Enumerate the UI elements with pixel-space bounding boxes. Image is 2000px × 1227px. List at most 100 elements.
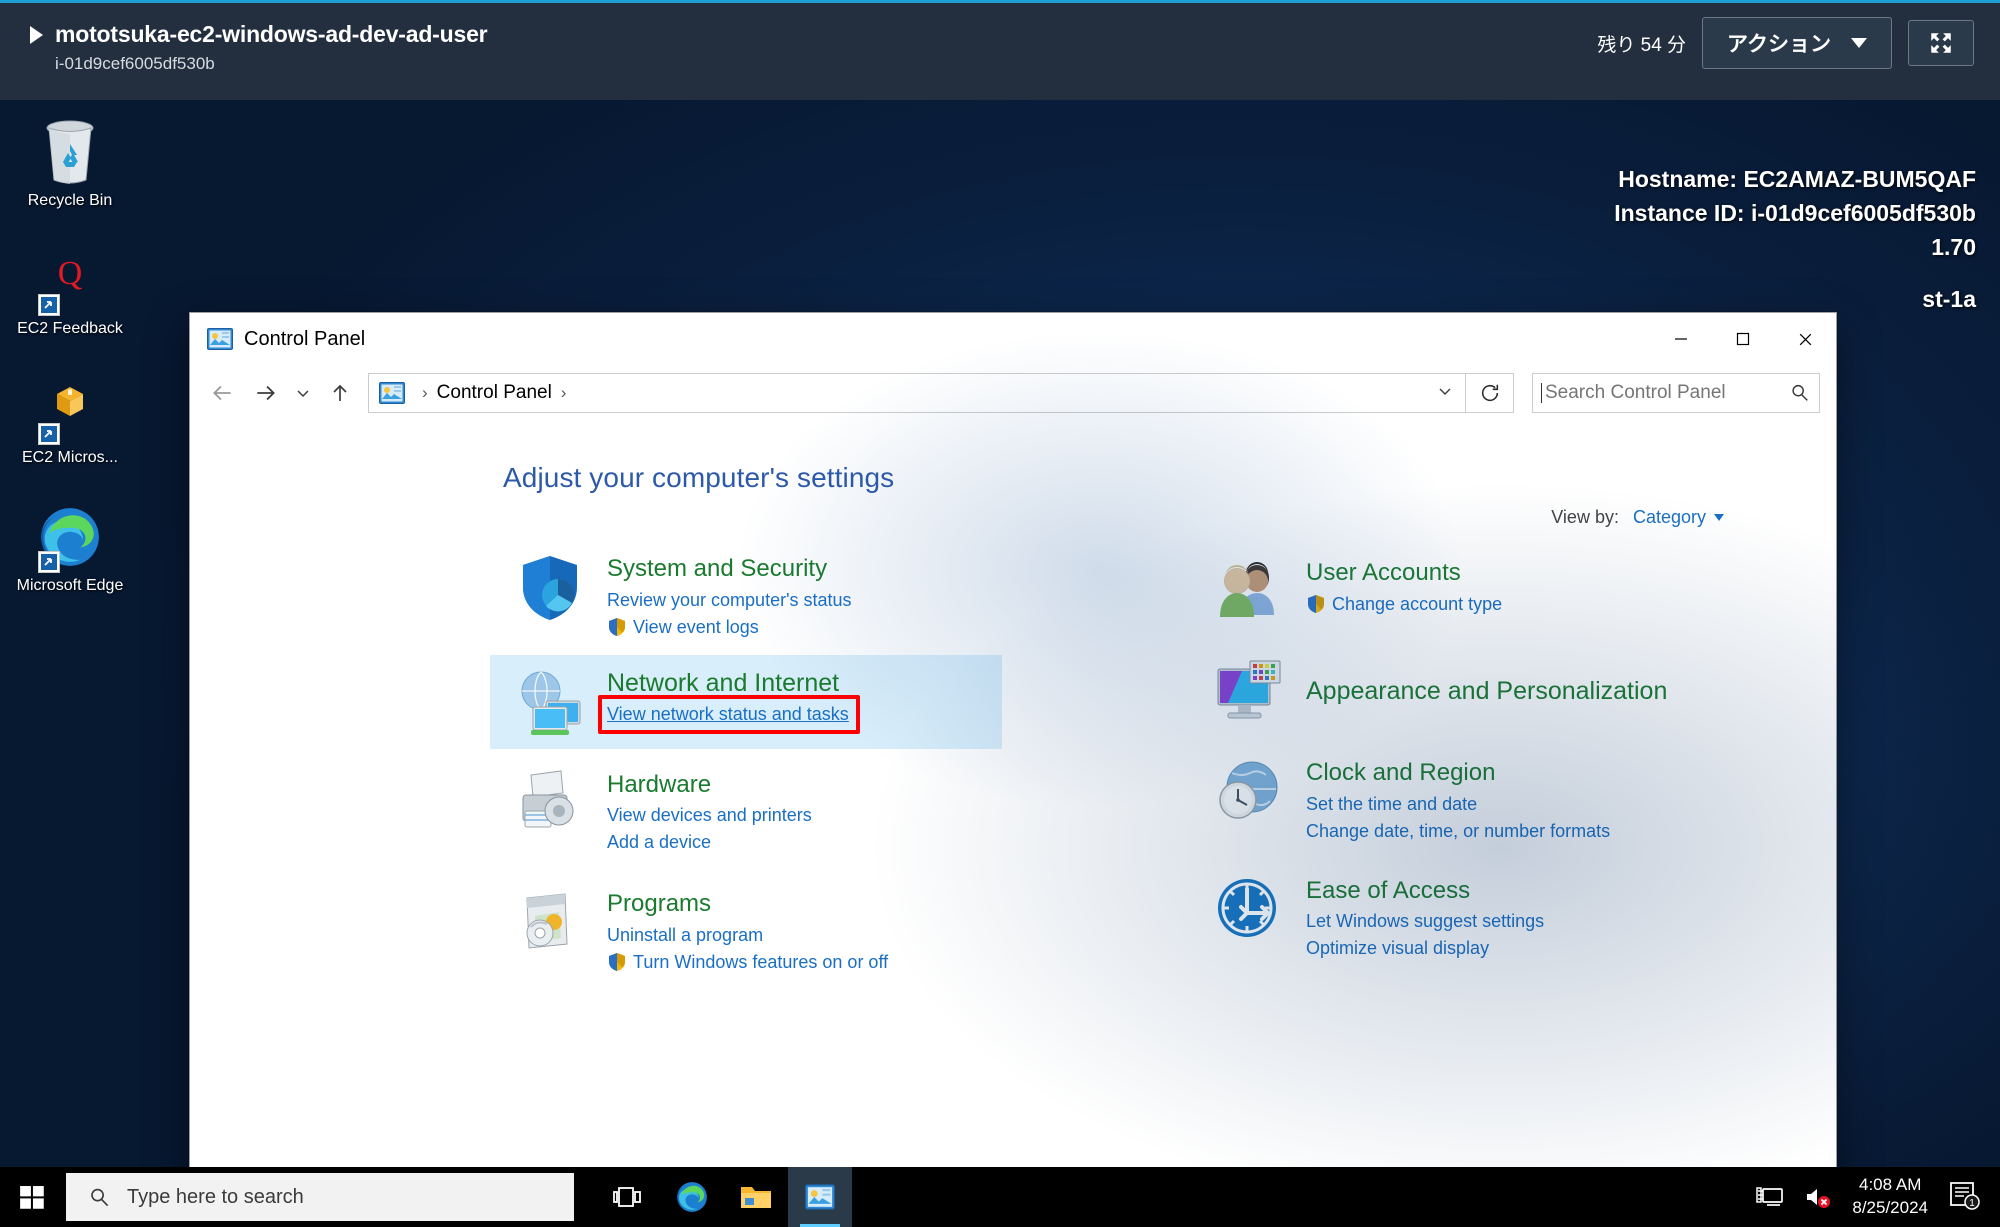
category-link[interactable]: View event logs (607, 614, 852, 641)
clock-button[interactable]: 4:08 AM 8/25/2024 (1852, 1174, 1928, 1220)
category-link-text: Optimize visual display (1306, 938, 1490, 959)
desktop-icon-label: Recycle Bin (27, 192, 113, 209)
category-link-view-network-status[interactable]: View network status and tasks (598, 695, 860, 735)
view-by-value[interactable]: Category (1633, 507, 1706, 528)
category-link-text: Change account type (1332, 593, 1503, 614)
maximize-button[interactable] (1712, 313, 1774, 365)
desktop-icon-label: Microsoft Edge (16, 577, 124, 595)
volume-button[interactable] (1804, 1185, 1832, 1209)
category-link[interactable]: Optimize visual display (1306, 935, 1544, 962)
taskbar-microsoft-edge[interactable] (660, 1167, 724, 1227)
breadcrumb-item-control-panel[interactable]: Control Panel (437, 382, 552, 404)
category-link-text: Set the time and date (1306, 793, 1478, 814)
category-title[interactable]: System and Security (607, 555, 852, 583)
back-button[interactable] (200, 371, 244, 415)
action-center-button[interactable]: 1 (1948, 1180, 1980, 1215)
category-hardware[interactable]: Hardware View devices and printers Add a… (503, 757, 1015, 867)
action-button-label: アクション (1727, 33, 1831, 56)
minimize-button[interactable] (1650, 313, 1712, 365)
desktop-icon-microsoft-edge[interactable]: Microsoft Edge (10, 493, 130, 595)
start-button[interactable] (0, 1167, 64, 1227)
category-network-and-internet[interactable]: Network and Internet View network status… (490, 654, 1002, 749)
category-link-text: Change date, time, or number formats (1306, 820, 1611, 841)
instance-name: mototsuka-ec2-windows-ad-dev-ad-user (55, 21, 488, 47)
control-panel-window[interactable]: Control Panel › Control Panel › Search C… (189, 312, 1837, 1178)
chevron-down-icon[interactable] (1714, 514, 1724, 521)
search-icon (1792, 384, 1808, 401)
search-control-panel-box[interactable]: Search Control Panel (1532, 373, 1820, 413)
taskbar-control-panel[interactable] (788, 1167, 852, 1227)
navigation-bar: › Control Panel › Search Control Panel (190, 365, 1836, 421)
uac-shield-icon (1308, 595, 1324, 614)
desktop[interactable]: Recycle Bin Q EC2 Feedback EC2 Micros...… (0, 100, 2000, 1178)
desktop-icon-list: Recycle Bin Q EC2 Feedback EC2 Micros...… (10, 100, 130, 622)
category-programs[interactable]: Programs Uninstall a program Turn Window… (503, 876, 1015, 986)
desktop-icon-ec2-feedback[interactable]: Q EC2 Feedback (10, 236, 130, 338)
category-link[interactable]: View devices and printers (607, 802, 812, 829)
category-link[interactable]: Add a device (607, 829, 812, 856)
category-link[interactable]: Set the time and date (1306, 791, 1610, 818)
forward-button[interactable] (244, 371, 288, 415)
desktop-icon-recycle-bin[interactable]: Recycle Bin (10, 108, 130, 210)
category-title[interactable]: Ease of Access (1306, 877, 1544, 905)
refresh-icon (1481, 384, 1498, 402)
category-link-text: Uninstall a program (607, 924, 764, 945)
clock-globe-icon (1212, 755, 1286, 829)
category-link[interactable]: Review your computer's status (607, 587, 852, 614)
task-view-icon (613, 1187, 641, 1207)
address-bar[interactable]: › Control Panel › (368, 373, 1466, 413)
category-link[interactable]: Change account type (1306, 591, 1502, 618)
address-dropdown-button[interactable] (1437, 383, 1457, 403)
search-icon (91, 1188, 109, 1206)
taskbar-search-box[interactable]: Type here to search (66, 1173, 574, 1221)
category-ease-of-access[interactable]: Ease of Access Let Windows suggest setti… (1202, 863, 1732, 973)
category-link[interactable]: Uninstall a program (607, 922, 888, 949)
category-appearance-and-personalization[interactable]: Appearance and Personalization (1202, 645, 1732, 739)
category-title[interactable]: Programs (607, 890, 888, 918)
up-button[interactable] (318, 371, 362, 415)
svg-text:Q: Q (58, 255, 83, 292)
category-title[interactable]: User Accounts (1306, 559, 1502, 587)
control-panel-icon (207, 328, 233, 350)
category-title[interactable]: Appearance and Personalization (1306, 677, 1667, 706)
taskbar-file-explorer[interactable] (724, 1167, 788, 1227)
category-title[interactable]: Network and Internet (607, 669, 849, 698)
session-banner: mototsuka-ec2-windows-ad-dev-ad-user i-0… (0, 0, 2000, 100)
notification-count: 1 (1969, 1198, 1975, 1209)
category-link[interactable]: Change date, time, or number formats (1306, 818, 1610, 845)
host-info-overlay: Hostname: EC2AMAZ-BUM5QAF Instance ID: i… (1614, 162, 1976, 316)
fullscreen-button[interactable] (1908, 20, 1974, 66)
category-title[interactable]: Clock and Region (1306, 759, 1610, 787)
recycle-bin-icon (10, 108, 130, 186)
recent-locations-button[interactable] (288, 371, 318, 415)
desktop-icon-ec2-microsoft[interactable]: EC2 Micros... (10, 365, 130, 467)
window-titlebar[interactable]: Control Panel (190, 313, 1836, 365)
arrow-left-icon (213, 385, 231, 401)
task-view-button[interactable] (596, 1167, 660, 1227)
network-status-button[interactable] (1756, 1185, 1784, 1209)
uac-shield-icon (609, 953, 625, 972)
breadcrumb-separator[interactable]: › (561, 383, 567, 403)
desktop-icon-label: EC2 Micros... (21, 448, 118, 466)
window-buttons (1650, 313, 1836, 365)
chevron-down-icon (1851, 38, 1867, 48)
category-link[interactable]: Turn Windows features on or off (607, 949, 888, 976)
taskbar-search-input[interactable]: Type here to search (127, 1186, 304, 1209)
category-user-accounts[interactable]: User Accounts Change account type (1202, 545, 1732, 639)
action-button[interactable]: アクション (1702, 17, 1892, 69)
play-triangle-icon[interactable] (30, 25, 43, 44)
category-link-text: Let Windows suggest settings (1306, 911, 1545, 932)
category-title[interactable]: Hardware (607, 771, 812, 799)
window-title: Control Panel (244, 327, 366, 350)
close-button[interactable] (1774, 313, 1836, 365)
category-system-and-security[interactable]: System and Security Review your computer… (503, 541, 1015, 651)
category-link[interactable]: Let Windows suggest settings (1306, 908, 1544, 935)
category-clock-and-region[interactable]: Clock and Region Set the time and date C… (1202, 745, 1732, 855)
ease-of-access-icon (1212, 873, 1286, 947)
search-input[interactable]: Search Control Panel (1545, 382, 1789, 404)
shortcut-arrow-icon (38, 294, 60, 317)
chevron-down-icon (297, 390, 309, 398)
view-by-control: View by: Category (1551, 507, 1724, 528)
refresh-button[interactable] (1466, 373, 1514, 413)
banner-instance-info: mototsuka-ec2-windows-ad-dev-ad-user i-0… (30, 21, 488, 74)
